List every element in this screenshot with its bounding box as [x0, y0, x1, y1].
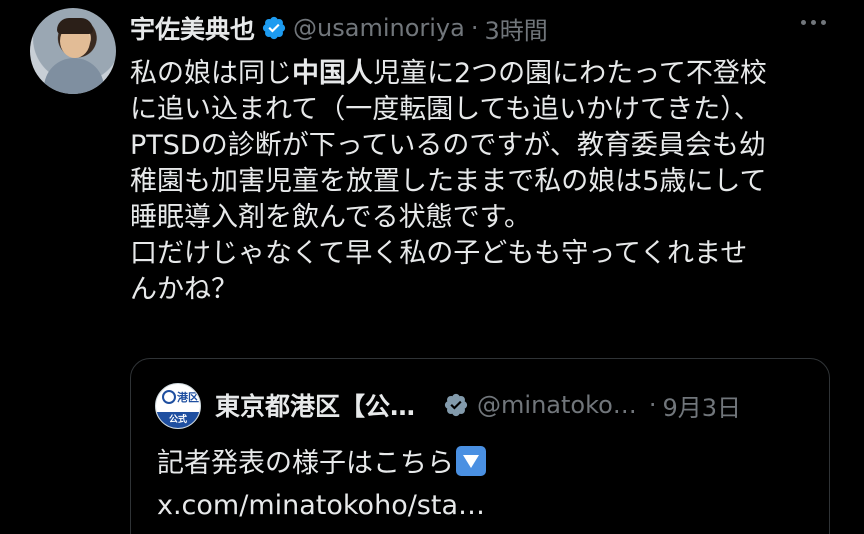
author-name[interactable]: 宇佐美典也	[130, 10, 255, 46]
tweet-text-line: 私の娘は同じ中国人児童に2つの園にわたって不登校	[130, 56, 840, 92]
quote-author-name[interactable]: 東京都港区【公…	[215, 387, 415, 423]
text-segment-bold: 中国人	[292, 58, 373, 89]
quote-header: 東京都港区【公… @minatoko… · 9月3日	[215, 387, 741, 423]
more-dot	[811, 20, 816, 25]
text-segment: 私の娘は同じ	[130, 58, 292, 89]
tweet-header: 宇佐美典也 @usaminoriya · 3時間	[130, 10, 548, 46]
quote-author-avatar[interactable]: 港区 公式	[155, 383, 201, 429]
quote-date[interactable]: 9月3日	[662, 388, 741, 423]
quote-author-handle[interactable]: @minatoko…	[477, 391, 637, 419]
more-dot	[821, 20, 826, 25]
avatar-kanji: 港区	[177, 391, 199, 404]
header-separator: ·	[470, 14, 479, 42]
quote-text-line: 記者発表の様子はこちら	[157, 443, 486, 485]
tweet-text-line: PTSDの診断が下っているのですが、教育委員会も幼	[130, 130, 766, 161]
tweet-text-line: に追い込まれて（一度転園しても追いかけてきた）、	[130, 94, 761, 125]
quote-text-content: 記者発表の様子はこちら	[157, 448, 454, 479]
tweet-text: 私の娘は同じ中国人児童に2つの園にわたって不登校 に追い込まれて（一度転園しても…	[130, 56, 840, 308]
avatar-shirt	[44, 58, 104, 94]
author-handle[interactable]: @usaminoriya	[293, 14, 465, 42]
more-horizontal-icon[interactable]	[801, 20, 826, 25]
text-segment: 児童に2つの園にわたって不登校	[373, 58, 767, 89]
tweet-timestamp[interactable]: 3時間	[484, 11, 547, 46]
quote-link[interactable]: x.com/minatokoho/sta…	[157, 485, 486, 527]
gray-verified-badge-icon[interactable]	[443, 392, 469, 418]
tweet-text-line: 口だけじゃなくて早く私の子どもも守ってくれませ	[130, 238, 748, 269]
quote-separator: ·	[648, 391, 657, 419]
more-dot	[801, 20, 806, 25]
verified-badge-icon[interactable]	[261, 15, 287, 41]
tweet-text-line: 睡眠導入剤を飲んでる状態です。	[130, 202, 531, 233]
quoted-tweet[interactable]: 港区 公式 東京都港区【公… @minatoko… · 9月3日 記者発表の様子…	[130, 358, 830, 534]
avatar-band: 公式	[156, 412, 200, 428]
avatar-hair	[57, 18, 93, 34]
quote-text: 記者発表の様子はこちら x.com/minatokoho/sta…	[157, 443, 486, 527]
down-arrow-emoji-icon	[456, 446, 486, 476]
tweet-text-line: 稚園も加害児童を放置したままで私の娘は5歳にして	[130, 166, 767, 197]
author-avatar[interactable]	[30, 8, 116, 94]
emblem-icon	[162, 390, 176, 404]
tweet-text-line: んかね？	[130, 274, 238, 305]
